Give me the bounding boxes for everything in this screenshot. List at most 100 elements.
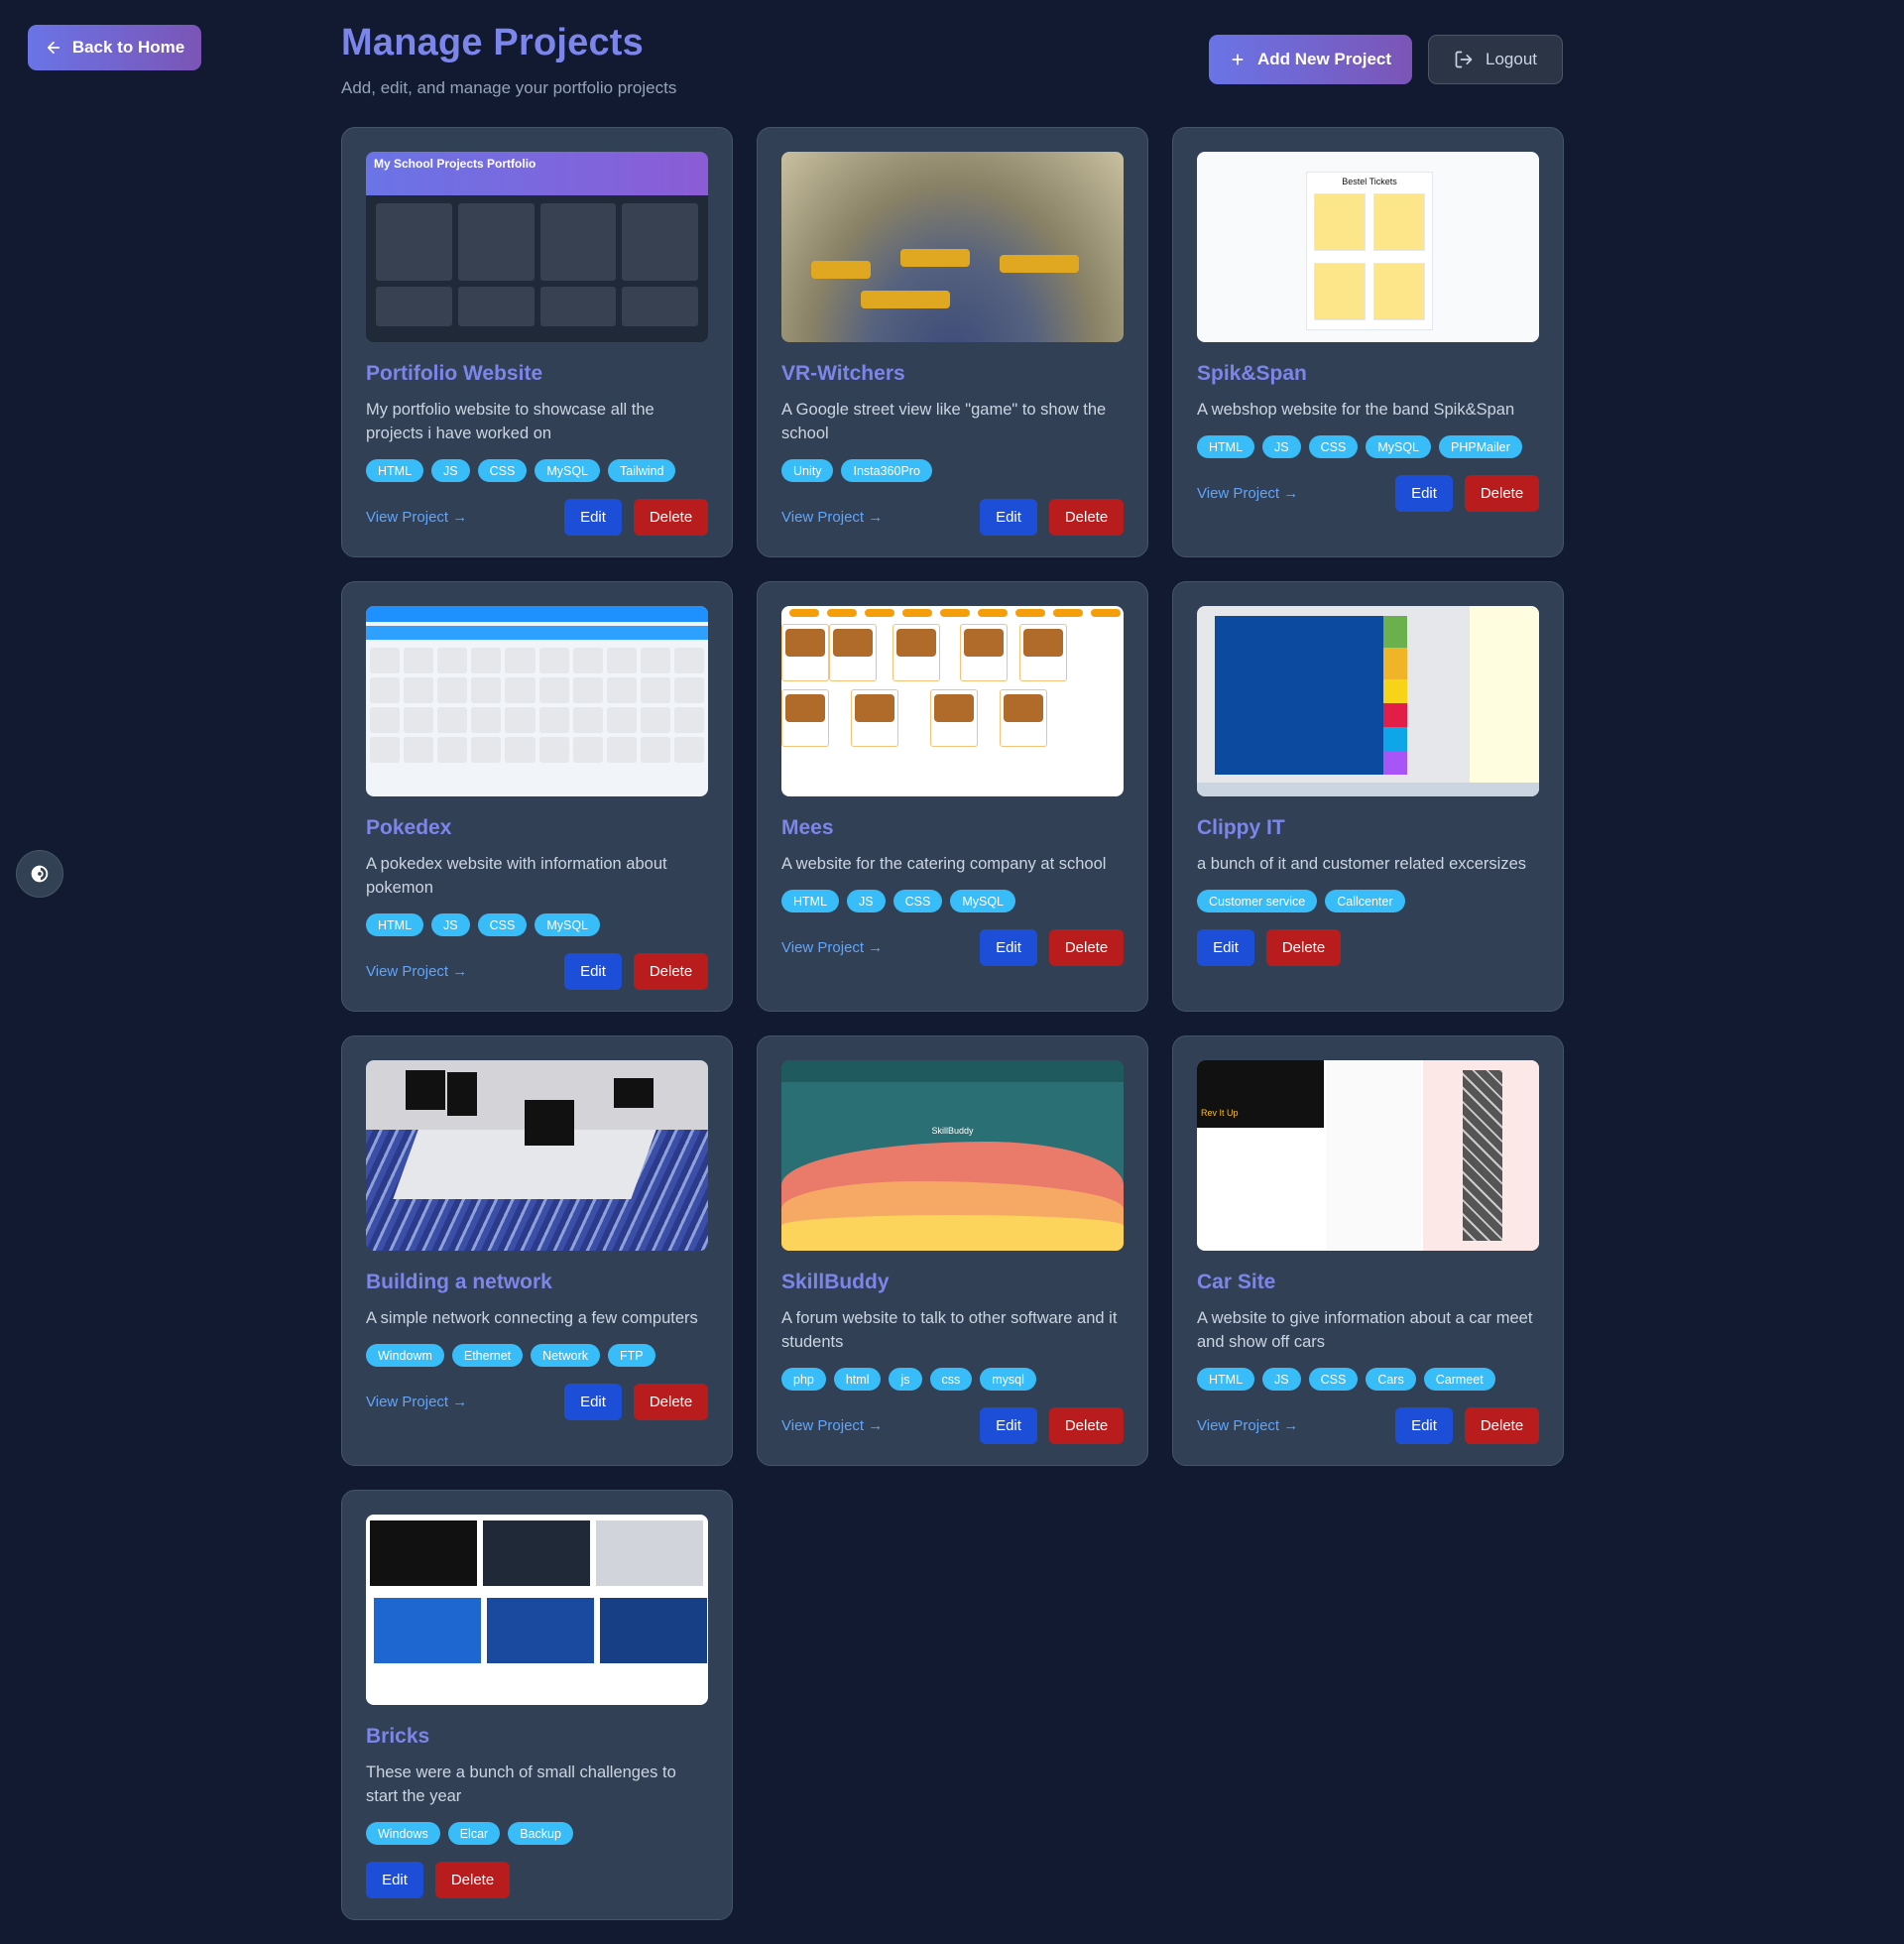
edit-button[interactable]: Edit [366, 1861, 423, 1898]
card-actions: View Project → Edit Delete [366, 952, 708, 990]
tech-tag: JS [847, 890, 886, 912]
logout-button[interactable]: Logout [1428, 35, 1563, 84]
add-new-project-button[interactable]: Add New Project [1209, 35, 1412, 84]
delete-button[interactable]: Delete [1049, 928, 1124, 966]
project-title: SkillBuddy [781, 1271, 890, 1293]
tag-list: Windows Elcar Backup [366, 1822, 708, 1845]
tech-tag: CSS [477, 913, 528, 936]
delete-button[interactable]: Delete [634, 952, 708, 990]
card-actions: View Project → Edit Delete [781, 928, 1124, 966]
project-thumbnail [781, 606, 1124, 796]
tech-tag: Cars [1366, 1368, 1416, 1391]
tech-tag: CSS [1308, 1368, 1359, 1391]
card-actions: Edit Delete [366, 1861, 708, 1898]
delete-button[interactable]: Delete [1465, 474, 1539, 512]
card-actions: View Project → Edit Delete [781, 1406, 1124, 1444]
tech-tag: Ethernet [451, 1344, 524, 1367]
tech-tag: Insta360Pro [841, 459, 932, 482]
project-thumbnail [366, 1515, 708, 1705]
project-title: Bricks [366, 1725, 430, 1748]
view-project-link[interactable]: View Project → [1197, 1417, 1298, 1434]
view-project-link[interactable]: View Project → [366, 509, 467, 526]
card-actions: View Project → Edit Delete [366, 1383, 708, 1420]
edit-button[interactable]: Edit [980, 498, 1037, 536]
tech-tag: HTML [366, 913, 424, 936]
theme-toggle-button[interactable] [16, 850, 63, 898]
projects-grid: My School Projects Portfolio Portifolio … [341, 127, 1564, 1920]
project-card: My School Projects Portfolio Portifolio … [341, 127, 733, 557]
tag-list: Customer service Callcenter [1197, 890, 1539, 912]
project-title: Mees [781, 816, 834, 839]
tech-tag: HTML [366, 459, 424, 482]
tag-list: HTML JS CSS MySQL PHPMailer [1197, 435, 1539, 458]
project-description: A website for the catering company at sc… [781, 855, 1107, 873]
tech-tag: php [781, 1368, 826, 1391]
tech-tag: CSS [892, 890, 943, 912]
tech-tag: Customer service [1197, 890, 1318, 912]
edit-button[interactable]: Edit [564, 1383, 622, 1420]
tech-tag: MySQL [535, 459, 601, 482]
back-to-home-button[interactable]: Back to Home [28, 25, 201, 70]
project-title: Pokedex [366, 816, 452, 839]
project-title: Car Site [1197, 1271, 1276, 1293]
tech-tag: js [889, 1368, 922, 1391]
add-new-project-label: Add New Project [1256, 50, 1392, 68]
tech-tag: JS [431, 913, 470, 936]
tech-tag: CSS [1308, 435, 1359, 458]
project-title: VR-Witchers [781, 362, 905, 385]
edit-button[interactable]: Edit [564, 498, 622, 536]
delete-button[interactable]: Delete [1049, 498, 1124, 536]
project-description: These were a bunch of small challenges t… [366, 1763, 676, 1805]
tech-tag: HTML [1197, 1368, 1255, 1391]
tech-tag: FTP [607, 1344, 655, 1367]
plus-icon [1232, 54, 1244, 65]
edit-button[interactable]: Edit [1395, 1406, 1453, 1444]
view-project-link[interactable]: View Project → [781, 1417, 883, 1434]
project-description: A simple network connecting a few comput… [366, 1309, 698, 1327]
delete-button[interactable]: Delete [1465, 1406, 1539, 1444]
view-project-link[interactable]: View Project → [781, 939, 883, 956]
arrow-left-icon [47, 41, 60, 55]
edit-button[interactable]: Edit [1197, 928, 1254, 966]
project-title: Clippy IT [1197, 816, 1285, 839]
project-description: a bunch of it and customer related excer… [1197, 855, 1527, 873]
card-actions: Edit Delete [1197, 928, 1539, 966]
delete-button[interactable]: Delete [435, 1861, 510, 1898]
project-card: Mees A website for the catering company … [757, 581, 1148, 1012]
delete-button[interactable]: Delete [634, 498, 708, 536]
project-card: SkillBuddy SkillBuddy A forum website to… [757, 1035, 1148, 1466]
tag-list: HTML JS CSS MySQL [781, 890, 1124, 912]
project-card: Pokedex A pokedex website with informati… [341, 581, 733, 1012]
tech-tag: Network [531, 1344, 600, 1367]
tech-tag: Tailwind [608, 459, 676, 482]
project-title: Building a network [366, 1271, 552, 1293]
edit-button[interactable]: Edit [564, 952, 622, 990]
tech-tag: Unity [781, 459, 834, 482]
logout-label: Logout [1486, 50, 1537, 68]
back-to-home-label: Back to Home [71, 38, 185, 57]
edit-button[interactable]: Edit [1395, 474, 1453, 512]
view-project-link[interactable]: View Project → [1197, 485, 1298, 502]
project-card: Rev It Up Car Site A website to give inf… [1172, 1035, 1564, 1466]
view-project-link[interactable]: View Project → [366, 1394, 467, 1410]
tech-tag: mysql [980, 1368, 1036, 1391]
project-description: A website to give information about a ca… [1197, 1309, 1533, 1351]
view-project-link[interactable]: View Project → [366, 963, 467, 980]
project-thumbnail: SkillBuddy [781, 1060, 1124, 1251]
page-header: Manage Projects Add, edit, and manage yo… [341, 22, 1563, 101]
project-card: Building a network A simple network conn… [341, 1035, 733, 1466]
edit-button[interactable]: Edit [980, 1406, 1037, 1444]
tech-tag: Carmeet [1423, 1368, 1495, 1391]
logout-icon [1455, 51, 1473, 68]
view-project-link[interactable]: View Project → [781, 509, 883, 526]
delete-button[interactable]: Delete [1049, 1406, 1124, 1444]
card-actions: View Project → Edit Delete [1197, 474, 1539, 512]
edit-button[interactable]: Edit [980, 928, 1037, 966]
tech-tag: PHPMailer [1439, 435, 1522, 458]
tag-list: Unity Insta360Pro [781, 459, 1124, 482]
delete-button[interactable]: Delete [634, 1383, 708, 1420]
delete-button[interactable]: Delete [1266, 928, 1341, 966]
card-actions: View Project → Edit Delete [366, 498, 708, 536]
tech-tag: MySQL [1366, 435, 1432, 458]
project-description: A pokedex website with information about… [366, 855, 667, 897]
